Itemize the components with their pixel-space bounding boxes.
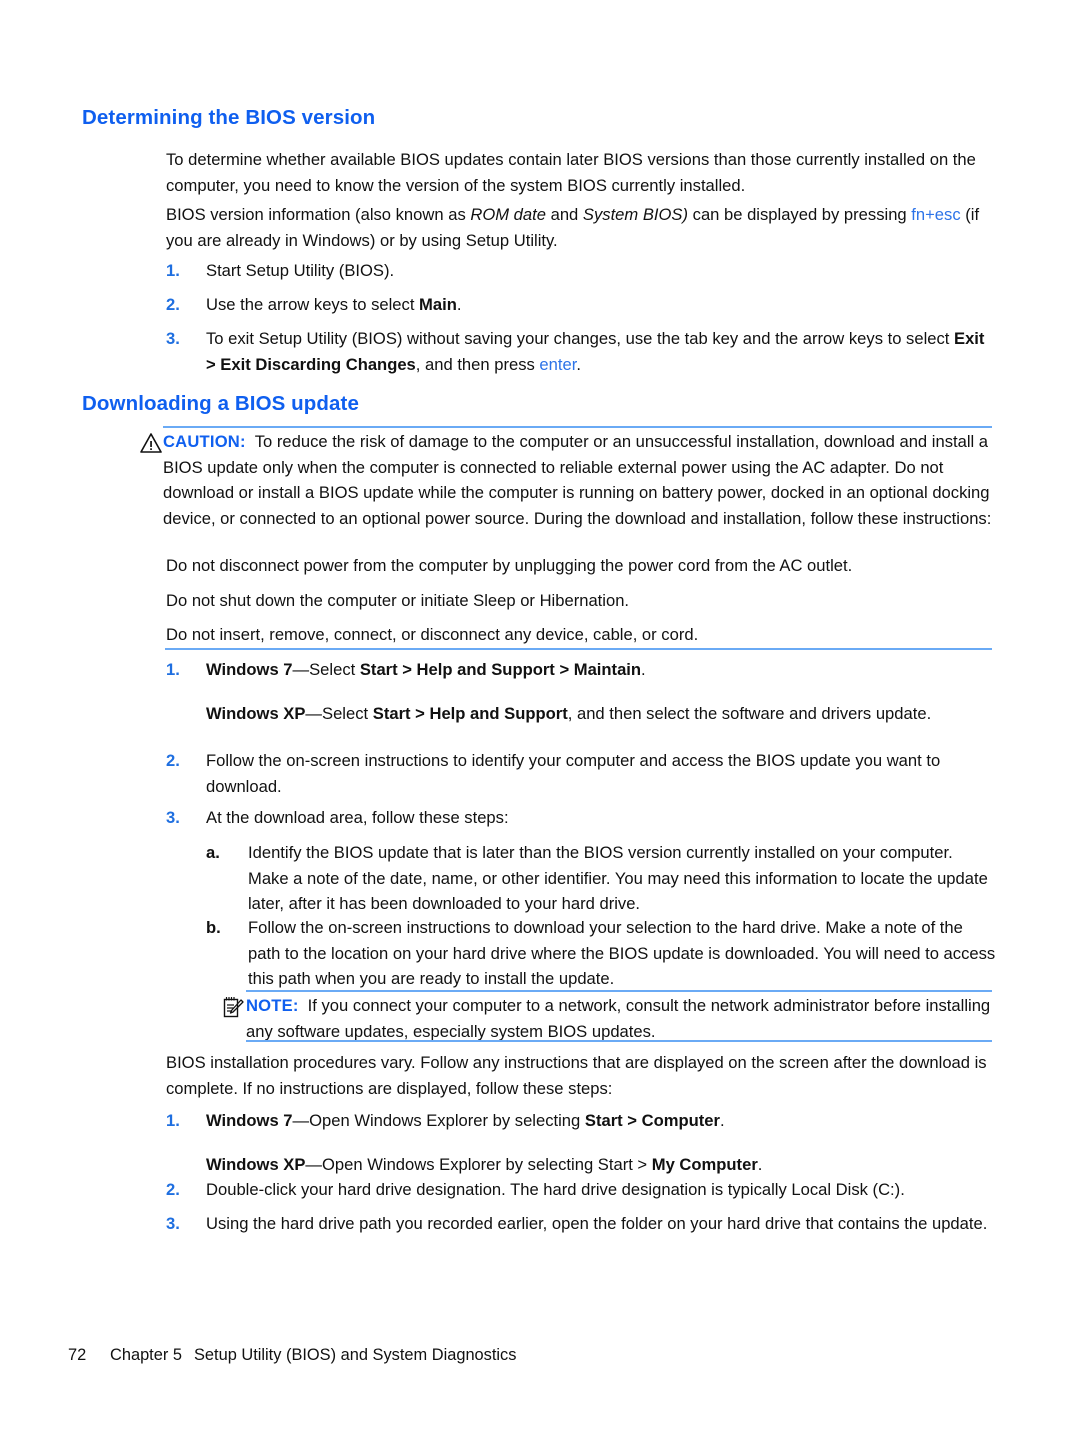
text-segment: BIOS version information (also known as: [166, 205, 471, 224]
footer-chapter: Chapter 5: [110, 1346, 182, 1364]
list-item: a. Identify the BIOS update that is late…: [206, 840, 996, 917]
heading-determining-bios-version: Determining the BIOS version: [82, 106, 376, 129]
text-segment: —Open Windows Explorer by selecting Star…: [305, 1154, 652, 1174]
note-bottom-rule: [246, 1040, 992, 1042]
list-item: 1. Windows 7—Select Start > Help and Sup…: [166, 657, 996, 726]
menu-path-my-computer: My Computer: [651, 1154, 758, 1174]
text-segment: can be displayed by pressing: [688, 205, 912, 224]
caution-instruction-3: Do not insert, remove, connect, or disco…: [166, 625, 699, 644]
list-marker: 1.: [166, 261, 180, 280]
list-item: 1. Windows 7—Open Windows Explorer by se…: [166, 1108, 996, 1177]
list-item-text: Windows 7—Select Start > Help and Suppor…: [206, 657, 996, 683]
list-marker: 3.: [166, 329, 180, 348]
text-segment: .: [719, 1111, 725, 1130]
caution-body: To reduce the risk of damage to the comp…: [163, 432, 992, 528]
text-segment: and: [545, 205, 583, 224]
note-body: If you connect your computer to a networ…: [246, 996, 991, 1041]
menu-path-computer: Start > Computer: [584, 1111, 720, 1130]
list-item: 3. Using the hard drive path you recorde…: [166, 1211, 996, 1237]
text-segment: —Select: [305, 703, 373, 723]
list-marker: 1.: [166, 1111, 180, 1130]
text-segment: —Open Windows Explorer by selecting: [292, 1111, 585, 1130]
list-marker: 1.: [166, 660, 180, 679]
key-enter[interactable]: enter: [539, 355, 576, 374]
list-marker: 2.: [166, 1180, 180, 1199]
os-ref-windows7: Windows 7: [206, 1111, 293, 1130]
list-item-text: Using the hard drive path you recorded e…: [206, 1214, 988, 1233]
keycombo-fn-esc[interactable]: fn+esc: [911, 205, 960, 224]
text-segment: .: [576, 354, 581, 374]
note-label: NOTE:: [246, 996, 299, 1015]
emphasis-rom-date: ROM date: [470, 205, 546, 224]
list-item: 2. Follow the on-screen instructions to …: [166, 748, 996, 799]
caution-instruction-2: Do not shut down the computer or initiat…: [166, 591, 630, 610]
list-item-text: Use the arrow keys to select Main.: [206, 292, 996, 318]
paragraph-determine-bios: To determine whether available BIOS upda…: [166, 150, 976, 195]
menu-path-help-support: Start > Help and Support: [372, 703, 568, 723]
list-item-text: Start Setup Utility (BIOS).: [206, 261, 395, 280]
list-marker: 2.: [166, 751, 180, 770]
list-item-text: Double-click your hard drive designation…: [206, 1180, 905, 1199]
list-item-text: Follow the on-screen instructions to dow…: [248, 918, 996, 988]
list-item: 3. At the download area, follow these st…: [166, 805, 996, 831]
notepad-pencil-icon: [222, 996, 244, 1020]
caution-bottom-rule: [165, 648, 992, 650]
text-segment: —Select: [292, 660, 360, 679]
paragraph-bios-version-info: BIOS version information (also known as …: [166, 202, 992, 253]
os-ref-windowsxp: Windows XP: [206, 703, 306, 723]
os-ref-windows7: Windows 7: [206, 660, 293, 679]
note-top-rule: [246, 990, 992, 992]
footer-page-number: 72: [68, 1346, 87, 1364]
list-item: 2. Double-click your hard drive designat…: [166, 1177, 996, 1203]
list-item-subtext: Windows XP—Select Start > Help and Suppo…: [206, 701, 996, 727]
os-ref-windowsxp: Windows XP: [206, 1154, 306, 1174]
paragraph-installation-procedures: BIOS installation procedures vary. Follo…: [166, 1053, 987, 1098]
list-marker: a.: [206, 843, 220, 862]
list-item: 1. Start Setup Utility (BIOS).: [166, 258, 996, 284]
list-item-text: Follow the on-screen instructions to ide…: [206, 751, 941, 796]
list-marker: b.: [206, 918, 221, 937]
document-page: Determining the BIOS version To determin…: [0, 0, 1080, 1437]
list-item-text: To exit Setup Utility (BIOS) without sav…: [206, 326, 996, 377]
list-marker: 2.: [166, 295, 180, 314]
text-segment: To exit Setup Utility (BIOS) without sav…: [206, 329, 955, 348]
list-item-text: Windows 7—Open Windows Explorer by selec…: [206, 1108, 996, 1134]
text-segment: , and then press: [415, 354, 540, 374]
text-segment: .: [456, 295, 462, 314]
menu-ref-main: Main: [419, 295, 457, 314]
caution-text: CAUTION: To reduce the risk of damage to …: [163, 429, 992, 531]
footer-title: Setup Utility (BIOS) and System Diagnost…: [193, 1346, 517, 1364]
caution-label: CAUTION:: [163, 432, 246, 451]
list-item-subtext: Windows XP—Open Windows Explorer by sele…: [206, 1152, 996, 1178]
list-marker: 3.: [166, 808, 180, 827]
list-item-text: Identify the BIOS update that is later t…: [248, 843, 988, 913]
caution-top-rule: [163, 426, 992, 428]
menu-path-maintain: Start > Help and Support > Maintain: [359, 660, 642, 679]
text-segment: .: [641, 660, 646, 679]
note-text: NOTE: If you connect your computer to a n…: [246, 993, 992, 1044]
list-item-text: At the download area, follow these steps…: [206, 808, 509, 827]
page-footer: 72 Chapter 5 Setup Utility (BIOS) and Syst…: [68, 1346, 516, 1365]
list-item: 3. To exit Setup Utility (BIOS) without …: [166, 326, 996, 377]
text-segment: .: [757, 1154, 763, 1174]
heading-downloading-bios-update: Downloading a BIOS update: [82, 392, 359, 415]
warning-triangle-icon: [140, 432, 162, 456]
list-item: 2. Use the arrow keys to select Main.: [166, 292, 996, 318]
text-segment: Use the arrow keys to select: [206, 295, 420, 314]
list-item: b. Follow the on-screen instructions to …: [206, 915, 996, 992]
text-segment: , and then select the software and drive…: [567, 703, 932, 723]
caution-instruction-1: Do not disconnect power from the compute…: [166, 556, 853, 575]
emphasis-system-bios: System BIOS): [582, 205, 689, 224]
list-marker: 3.: [166, 1214, 180, 1233]
